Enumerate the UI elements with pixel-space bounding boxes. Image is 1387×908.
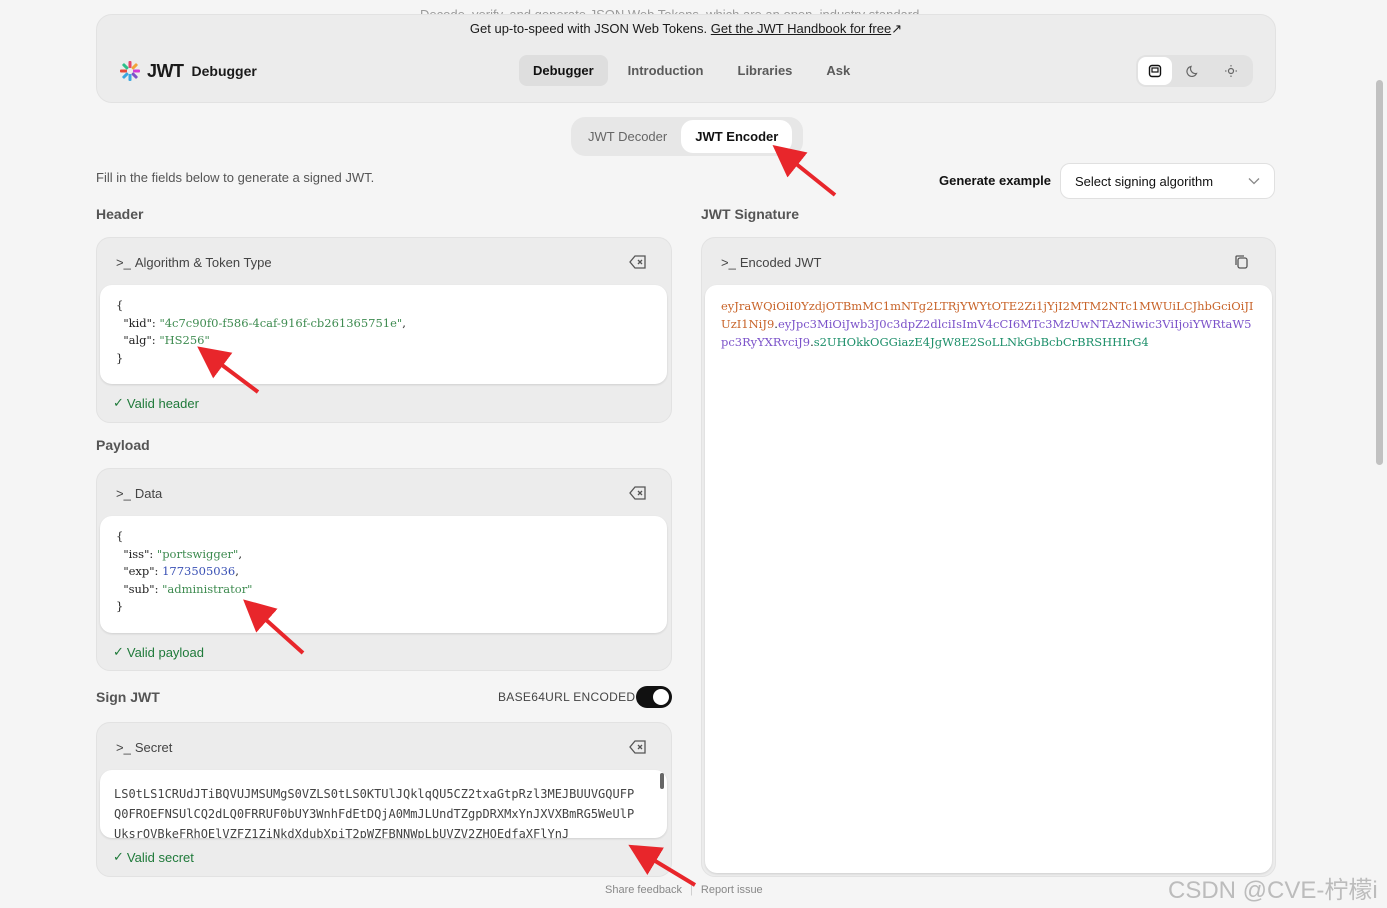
share-feedback-link[interactable]: Share feedback bbox=[605, 884, 682, 896]
valid-payload-status: ✓ Valid payload bbox=[113, 644, 204, 660]
tab-jwt-encoder[interactable]: JWT Encoder bbox=[681, 120, 793, 153]
arrow-encoder-tab bbox=[772, 145, 837, 197]
signature-section-title: JWT Signature bbox=[701, 206, 800, 222]
payload-panel-label: >_ Data bbox=[116, 486, 163, 501]
signing-algorithm-select[interactable]: Select signing algorithm bbox=[1060, 163, 1275, 199]
secret-input[interactable]: LS0tLS1CRUdJTiBQVUJMSUMgS0VZLS0tLS0KTUlJ… bbox=[100, 770, 667, 838]
check-icon: ✓ bbox=[113, 849, 124, 864]
check-icon: ✓ bbox=[113, 395, 124, 410]
clear-icon[interactable] bbox=[629, 254, 647, 270]
light-theme-button[interactable] bbox=[1214, 57, 1248, 85]
encoded-jwt-output[interactable]: eyJraWQiOiI0YzdjOTBmMC1mNTg2LTRjYWYtOTE2… bbox=[705, 285, 1272, 873]
encoded-panel-label: >_ Encoded JWT bbox=[721, 255, 822, 270]
footer: Share feedback | Report issue bbox=[605, 884, 763, 896]
nav-libraries[interactable]: Libraries bbox=[724, 55, 807, 86]
promo-banner: Get up-to-speed with JSON Web Tokens. Ge… bbox=[97, 21, 1275, 37]
valid-header-status: ✓ Valid header bbox=[113, 395, 199, 411]
jwt-logo-icon bbox=[120, 61, 140, 81]
mode-tabs: JWT Decoder JWT Encoder bbox=[571, 117, 803, 156]
valid-secret-status: ✓ Valid secret bbox=[113, 849, 194, 865]
secret-scrollbar[interactable] bbox=[660, 773, 664, 789]
header-section-title: Header bbox=[96, 206, 144, 222]
payload-section-title: Payload bbox=[96, 437, 150, 453]
nav-ask[interactable]: Ask bbox=[812, 55, 864, 86]
clear-icon[interactable] bbox=[629, 739, 647, 755]
logo[interactable]: JWT Debugger bbox=[119, 60, 257, 82]
watermark: CSDN @CVE-柠檬i bbox=[1168, 877, 1378, 904]
copy-icon[interactable] bbox=[1233, 254, 1251, 270]
header-panel-label: >_ Algorithm & Token Type bbox=[116, 255, 272, 270]
logo-jwt-text: JWT bbox=[147, 60, 184, 81]
system-theme-button[interactable] bbox=[1138, 57, 1172, 85]
encoded-signature-part: s2UHOkkOGGiazE4JgW8E2SoLLNkGbBcbCrBRSHHI… bbox=[813, 335, 1149, 349]
moon-icon bbox=[1186, 65, 1198, 77]
terminal-icon: >_ bbox=[116, 740, 131, 755]
sign-jwt-title: Sign JWT bbox=[96, 689, 160, 705]
terminal-icon: >_ bbox=[116, 255, 131, 270]
clear-icon[interactable] bbox=[629, 485, 647, 501]
handbook-link[interactable]: Get the JWT Handbook for free bbox=[711, 21, 891, 36]
external-link-icon: ↗ bbox=[891, 21, 903, 36]
theme-switcher bbox=[1136, 55, 1253, 87]
base64url-toggle[interactable] bbox=[636, 686, 672, 708]
monitor-icon bbox=[1148, 64, 1162, 78]
page-scrollbar[interactable] bbox=[1376, 80, 1383, 465]
intro-text: Fill in the fields below to generate a s… bbox=[96, 170, 375, 185]
report-issue-link[interactable]: Report issue bbox=[701, 884, 763, 896]
nav-introduction[interactable]: Introduction bbox=[614, 55, 718, 86]
secret-panel-label: >_ Secret bbox=[116, 740, 173, 755]
terminal-icon: >_ bbox=[116, 486, 131, 501]
promo-text: Get up-to-speed with JSON Web Tokens. bbox=[469, 21, 708, 36]
sun-icon bbox=[1225, 65, 1237, 77]
header-editor[interactable]: { "kid": "4c7c90f0-f586-4caf-916f-cb2613… bbox=[100, 285, 667, 384]
check-icon: ✓ bbox=[113, 644, 124, 659]
main-nav: Debugger Introduction Libraries Ask bbox=[519, 55, 864, 86]
nav-debugger[interactable]: Debugger bbox=[519, 55, 608, 86]
chevron-down-icon bbox=[1248, 178, 1260, 185]
terminal-icon: >_ bbox=[721, 255, 736, 270]
generate-example-label: Generate example bbox=[939, 173, 1052, 188]
site-header: Get up-to-speed with JSON Web Tokens. Ge… bbox=[96, 14, 1276, 103]
base64url-label: BASE64URL ENCODED bbox=[498, 690, 636, 704]
logo-product-text: Debugger bbox=[191, 63, 257, 79]
dark-theme-button[interactable] bbox=[1176, 57, 1210, 85]
tab-jwt-decoder[interactable]: JWT Decoder bbox=[574, 120, 681, 153]
select-placeholder: Select signing algorithm bbox=[1075, 173, 1214, 189]
payload-editor[interactable]: { "iss": "portswigger", "exp": 177350503… bbox=[100, 516, 667, 633]
